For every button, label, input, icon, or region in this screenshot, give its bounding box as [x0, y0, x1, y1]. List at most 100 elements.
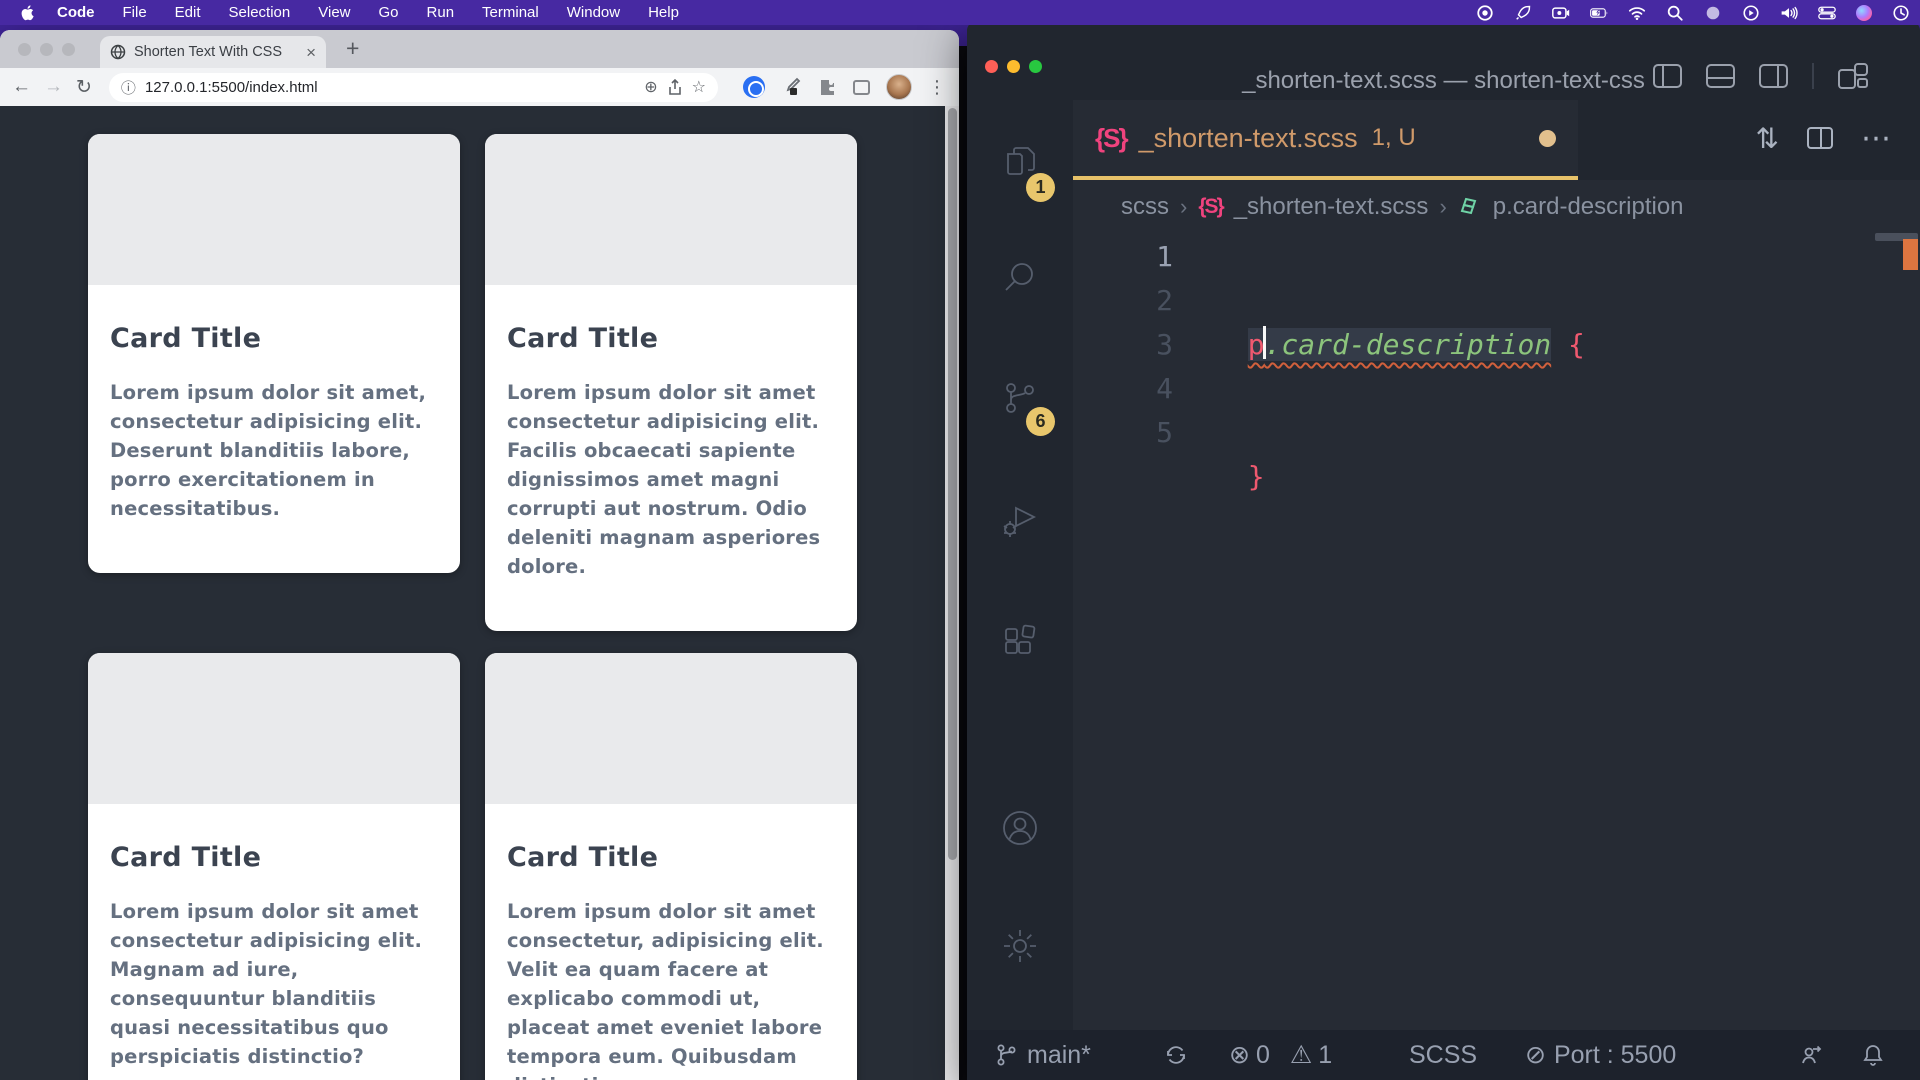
apple-logo-icon[interactable] [20, 4, 37, 21]
rocket-icon[interactable] [1514, 4, 1532, 22]
extensions-puzzle-icon[interactable] [817, 77, 837, 97]
status-live-server[interactable]: ⊘ Port : 5500 [1525, 1030, 1676, 1080]
screen-record-icon[interactable] [1552, 4, 1570, 22]
activity-run-debug[interactable] [967, 474, 1073, 566]
back-button[interactable]: ← [12, 76, 31, 98]
forward-button[interactable]: → [44, 76, 63, 98]
site-info-icon[interactable]: ⓘ [121, 77, 136, 98]
macos-menu-bar: Code File Edit Selection View Go Run Ter… [0, 0, 1920, 25]
chevron-right-icon: › [1180, 194, 1187, 220]
url-text[interactable]: 127.0.0.1:5500/index.html [145, 79, 318, 96]
menu-window[interactable]: Window [553, 4, 634, 21]
zoom-icon[interactable]: ⊕ [644, 77, 657, 97]
open-changes-icon[interactable]: ⇅ [1756, 122, 1779, 155]
extension-icons: ⋮ [743, 74, 947, 100]
menu-edit[interactable]: Edit [161, 4, 215, 21]
spotlight-search-icon[interactable] [1666, 4, 1684, 22]
more-actions-icon[interactable]: ⋯ [1861, 121, 1892, 156]
menu-help[interactable]: Help [634, 4, 693, 21]
close-window-button[interactable] [18, 43, 31, 56]
code-content[interactable]: p.card-description { } [1214, 235, 1585, 587]
card-image-placeholder [88, 653, 460, 804]
customize-layout-icon[interactable] [1838, 63, 1868, 89]
status-notifications[interactable] [1860, 1030, 1886, 1080]
extension-colorpicker-icon[interactable] [781, 77, 801, 97]
editor-tab-active[interactable]: {S} _shorten-text.scss 1, U [1073, 100, 1578, 180]
layout-controls [1653, 63, 1868, 89]
token-open-brace: { [1568, 328, 1585, 361]
address-bar[interactable]: ⓘ 127.0.0.1:5500/index.html ⊕ ☆ [109, 73, 718, 102]
breadcrumb-folder[interactable]: scss [1121, 193, 1169, 221]
page-scrollbar[interactable] [945, 106, 959, 1080]
record-icon[interactable] [1476, 4, 1494, 22]
activity-accounts[interactable] [967, 782, 1073, 874]
menu-terminal[interactable]: Terminal [468, 4, 553, 21]
indent [1214, 460, 1248, 493]
wifi-icon[interactable] [1628, 4, 1646, 22]
battery-icon[interactable] [1590, 4, 1608, 22]
tab-filename: _shorten-text.scss [1139, 123, 1358, 154]
tab-close-icon[interactable]: × [306, 44, 316, 61]
menu-kebab-icon[interactable]: ⋮ [928, 77, 947, 98]
card-title: Card Title [507, 323, 835, 354]
menu-selection[interactable]: Selection [215, 4, 305, 21]
screen-mirroring-icon[interactable] [1742, 4, 1760, 22]
indent [1214, 328, 1248, 361]
breadcrumb-file[interactable]: _shorten-text.scss [1234, 193, 1429, 221]
menu-go[interactable]: Go [365, 4, 413, 21]
reload-button[interactable]: ↻ [76, 76, 92, 99]
editor-tab-bar: {S} _shorten-text.scss 1, U ⇅ ⋯ [1073, 100, 1920, 180]
menu-file[interactable]: File [109, 4, 161, 21]
live-server-port: Port : 5500 [1554, 1041, 1676, 1070]
control-center-icon[interactable] [1818, 4, 1836, 22]
volume-icon[interactable] [1780, 4, 1798, 22]
status-language-mode[interactable]: SCSS [1409, 1030, 1477, 1080]
code-editor[interactable]: 1 2 3 4 5 p.card-description { } [1073, 233, 1920, 1030]
circle-slash-icon: ⊘ [1525, 1040, 1546, 1070]
card-1: Card Title Lorem ipsum dolor sit amet, c… [88, 134, 460, 573]
siri-icon[interactable] [1856, 5, 1872, 21]
status-live-share[interactable] [1798, 1030, 1824, 1080]
status-sync[interactable] [1163, 1030, 1189, 1080]
toggle-panel-icon[interactable] [1706, 64, 1735, 88]
card-description: Lorem ipsum dolor sit amet, consectetur … [110, 378, 438, 523]
code-line-2[interactable]: } [1214, 455, 1585, 499]
toggle-sidebar-icon[interactable] [1653, 64, 1682, 88]
toggle-secondary-sidebar-icon[interactable] [1759, 64, 1788, 88]
code-line-1[interactable]: p.card-description { [1214, 323, 1585, 367]
maximize-window-button[interactable] [62, 43, 75, 56]
tab-git-decoration: 1, U [1372, 124, 1416, 152]
status-problems[interactable]: ⊗ 0 ⚠ 1 [1229, 1030, 1332, 1080]
activity-extensions[interactable] [967, 596, 1073, 688]
breadcrumb-symbol[interactable]: p.card-description [1493, 193, 1684, 221]
activity-bar: 1 6 [967, 100, 1073, 1030]
card-3: Card Title Lorem ipsum dolor sit amet co… [88, 653, 460, 1080]
browser-tab-strip: Shorten Text With CSS × + [0, 30, 959, 68]
status-branch[interactable]: main* [993, 1030, 1091, 1080]
side-panel-icon[interactable] [853, 80, 870, 95]
share-icon[interactable] [667, 79, 683, 96]
menu-run[interactable]: Run [413, 4, 469, 21]
activity-explorer[interactable]: 1 [967, 118, 1073, 210]
activity-search[interactable] [967, 231, 1073, 323]
scrollbar-thumb[interactable] [948, 108, 957, 860]
status-dot-icon[interactable] [1704, 4, 1722, 22]
menu-app-code[interactable]: Code [43, 4, 109, 21]
breadcrumbs: scss › {S} _shorten-text.scss › p.card-d… [1073, 180, 1920, 233]
menu-view[interactable]: View [304, 4, 364, 21]
clock-icon[interactable] [1892, 4, 1910, 22]
browser-tab[interactable]: Shorten Text With CSS × [100, 36, 326, 68]
card-title: Card Title [110, 323, 438, 354]
branch-name: main* [1027, 1041, 1091, 1070]
menubar-status-icons [1476, 0, 1910, 25]
new-tab-button[interactable]: + [346, 35, 359, 62]
unsaved-changes-dot[interactable] [1539, 130, 1556, 147]
minimize-window-button[interactable] [40, 43, 53, 56]
profile-avatar[interactable] [886, 74, 912, 100]
extension-1password-icon[interactable] [743, 76, 765, 98]
activity-settings[interactable] [967, 900, 1073, 992]
selector-highlight: p.card-description [1248, 328, 1551, 361]
bookmark-star-icon[interactable]: ☆ [692, 77, 706, 97]
activity-source-control[interactable]: 6 [967, 352, 1073, 444]
split-editor-icon[interactable] [1807, 127, 1833, 149]
